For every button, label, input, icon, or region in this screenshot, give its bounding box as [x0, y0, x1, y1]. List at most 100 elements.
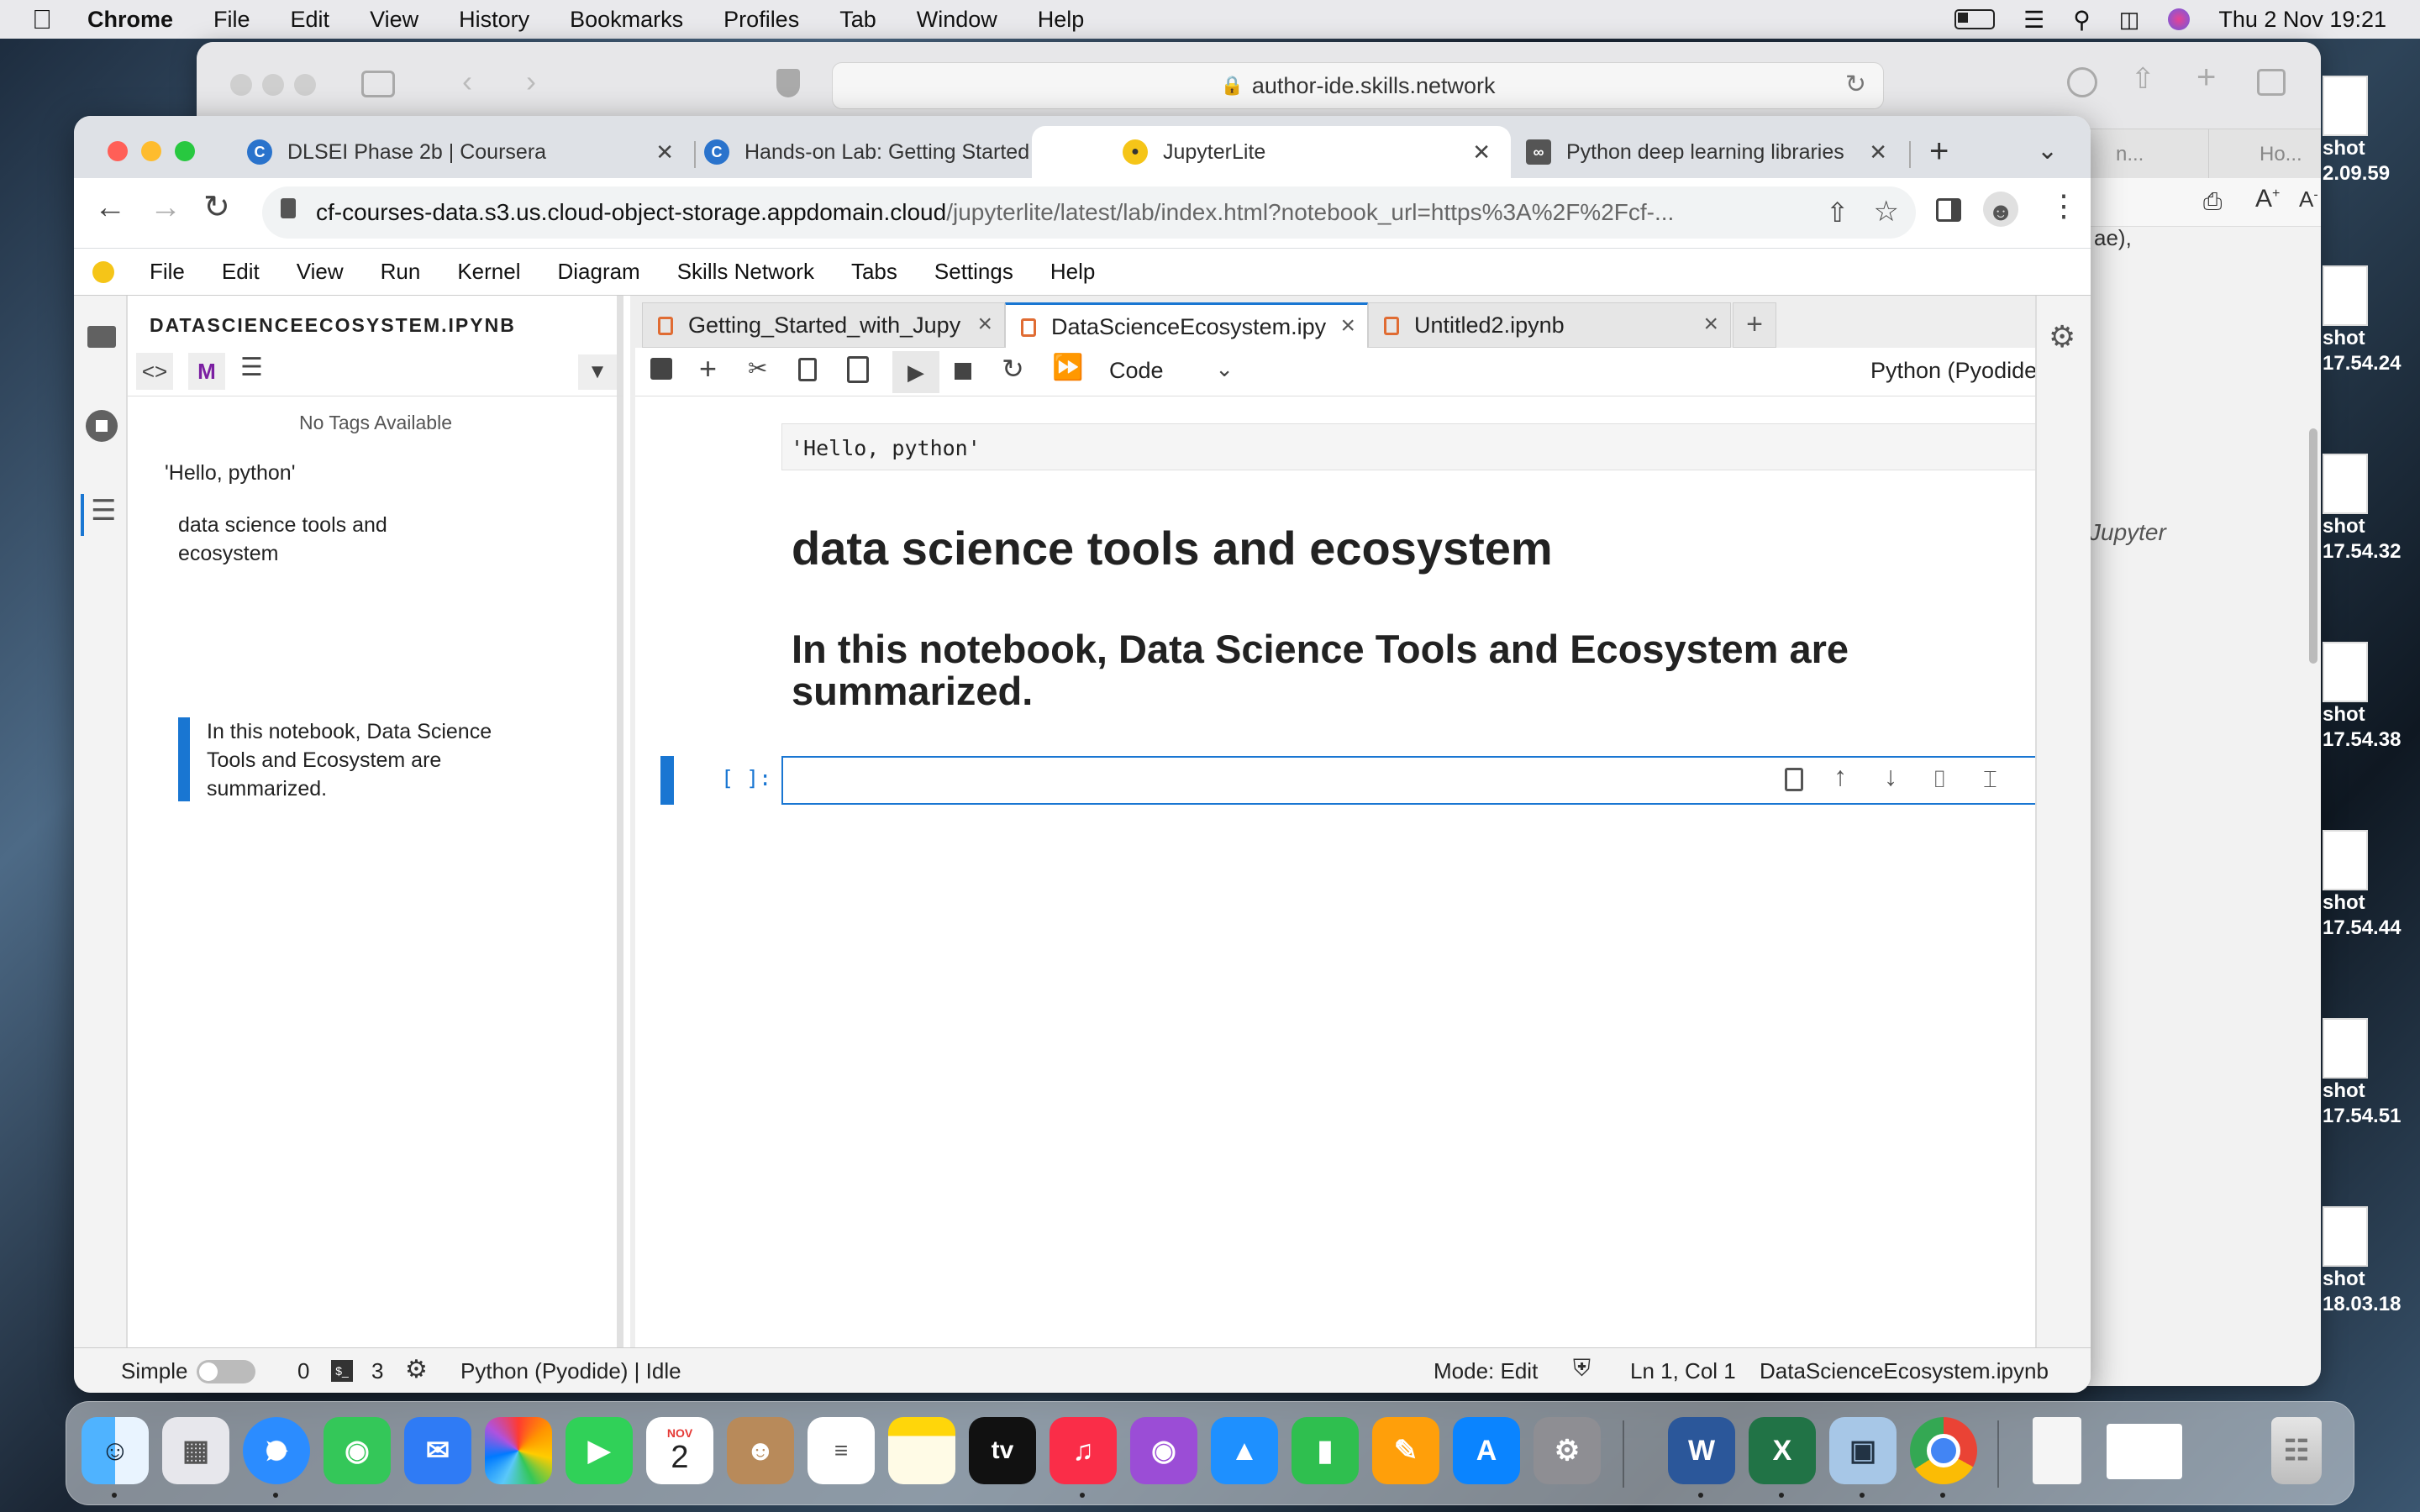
shield-check-icon[interactable]: ⛨ [1573, 1355, 1591, 1383]
cut-scissors-icon[interactable]: ✂ [748, 354, 767, 382]
share-icon[interactable]: ⇧ [2131, 62, 2155, 96]
battery-icon[interactable] [1954, 9, 1996, 29]
output-cell[interactable]: 'Hello, python' [781, 423, 2072, 470]
profile-avatar-icon[interactable]: ☻ [1983, 192, 2018, 227]
menu-app-name[interactable]: Chrome [87, 7, 173, 33]
menu-bookmarks[interactable]: Bookmarks [570, 7, 683, 33]
excel-icon[interactable]: X [1749, 1417, 1816, 1484]
close-tab-icon[interactable]: ✕ [1869, 139, 1887, 165]
sidebar-toggle-icon[interactable] [361, 71, 395, 97]
tab-search-chevron-icon[interactable]: ⌄ [2037, 136, 2058, 165]
system-settings-icon[interactable]: ⚙ [1534, 1417, 1601, 1484]
document-file-icon[interactable] [2033, 1417, 2081, 1484]
safari-address-bar[interactable]: 🔒 author-ide.skills.network ↻ [832, 62, 1884, 109]
safari-tab-partial-2[interactable]: Ho... [2208, 129, 2321, 178]
chrome-address-bar[interactable]: cf-courses-data.s3.us.cloud-object-stora… [262, 186, 1916, 239]
share-icon[interactable]: ⇧ [1826, 197, 1849, 228]
menu-window[interactable]: Window [917, 7, 997, 33]
doc-tab-untitled2[interactable]: Untitled2.ipynb × [1368, 302, 1731, 348]
doc-tab-datascienceecosystem[interactable]: DataScienceEcosystem.ipy × [1005, 302, 1368, 349]
podcasts-icon[interactable]: ◉ [1130, 1417, 1197, 1484]
menu-edit[interactable]: Edit [291, 7, 330, 33]
save-icon[interactable] [650, 358, 672, 380]
close-doc-tab-icon[interactable]: × [1703, 310, 1718, 339]
chrome-tab-jupyterlite-active[interactable]: ● JupyterLite ✕ [1032, 126, 1511, 178]
traffic-light-close[interactable] [108, 141, 128, 161]
desktop-file-4[interactable]: shot 17.54.38 [2323, 642, 2401, 753]
kernel-name[interactable]: Python (Pyodide) [1870, 358, 2044, 384]
jmenu-file[interactable]: File [150, 259, 185, 285]
kernel-state[interactable]: Python (Pyodide) | Idle [460, 1358, 681, 1384]
jmenu-settings[interactable]: Settings [934, 259, 1013, 285]
forward-icon[interactable]: › [526, 64, 536, 99]
menu-history[interactable]: History [459, 7, 529, 33]
safari-scrollbar[interactable] [2309, 428, 2317, 664]
jmenu-tabs[interactable]: Tabs [851, 259, 897, 285]
toggle-code-icon[interactable]: <> [136, 353, 173, 390]
markdown-heading-1[interactable]: data science tools and ecosystem [792, 521, 2052, 575]
close-tab-icon[interactable]: ✕ [1472, 139, 1491, 165]
doc-tab-getting-started[interactable]: Getting_Started_with_Jupy × [642, 302, 1005, 348]
paste-clipboard-icon[interactable] [847, 356, 869, 383]
numbers-icon[interactable]: ▮ [1292, 1417, 1359, 1484]
trash-icon[interactable]: ☷ [2271, 1417, 2322, 1484]
apple-tv-icon[interactable]: tv [969, 1417, 1036, 1484]
back-arrow-icon[interactable]: ← [94, 190, 126, 226]
mail-icon[interactable]: ✉ [404, 1417, 471, 1484]
tab-overview-icon[interactable] [2257, 69, 2286, 96]
facetime-icon[interactable]: ▶ [566, 1417, 633, 1484]
siri-icon[interactable] [2168, 8, 2191, 30]
copy-icon[interactable] [798, 358, 817, 381]
wifi-icon[interactable]: ☰ [2023, 6, 2044, 34]
close-tab-icon[interactable]: ✕ [655, 139, 674, 165]
keynote-icon[interactable]: ▲ [1211, 1417, 1278, 1484]
table-of-contents-icon[interactable]: ☰ [81, 494, 126, 536]
run-cell-play-icon[interactable]: ▶ [892, 351, 939, 393]
safari-tab-partial-1[interactable]: n... [2091, 129, 2208, 178]
contacts-icon[interactable]: ☻ [727, 1417, 794, 1484]
move-cell-up-icon[interactable]: ↑ [1833, 761, 1847, 792]
word-icon[interactable]: W [1668, 1417, 1735, 1484]
menubar-clock[interactable]: Thu 2 Nov 19:21 [2218, 7, 2386, 33]
desktop-file-6[interactable]: shot 17.54.51 [2323, 1018, 2401, 1129]
print-icon[interactable]: ⎙ [2203, 188, 2222, 216]
desktop-file-7[interactable]: shot 18.03.18 [2323, 1206, 2401, 1317]
pages-icon[interactable]: ✎ [1372, 1417, 1439, 1484]
close-doc-tab-icon[interactable]: × [977, 310, 992, 339]
running-kernels-icon[interactable] [86, 410, 118, 442]
chrome-tab-python-dl[interactable]: ∞ Python deep learning libraries ✕ [1526, 126, 1907, 178]
jmenu-help[interactable]: Help [1050, 259, 1095, 285]
jmenu-edit[interactable]: Edit [222, 259, 260, 285]
traffic-light-zoom[interactable] [175, 141, 195, 161]
toc-item-ds-tools[interactable]: data science tools and ecosystem [178, 511, 430, 568]
desktop-file-2[interactable]: shot 17.54.24 [2323, 265, 2401, 376]
privacy-shield-icon[interactable] [776, 69, 800, 97]
safari-icon[interactable]: ➤ [243, 1417, 310, 1484]
cell-type-dropdown[interactable]: Code ⌄ [1097, 354, 1234, 388]
numbered-list-icon[interactable]: ☰ [240, 353, 263, 382]
apple-icon[interactable]:  [32, 4, 52, 35]
jmenu-run[interactable]: Run [381, 259, 421, 285]
menu-profiles[interactable]: Profiles [723, 7, 799, 33]
code-cell-editor[interactable]: ↑ ↓ ⌷ ⌶ [781, 756, 2072, 805]
terminal-count[interactable]: 0 [297, 1358, 309, 1384]
menu-file[interactable]: File [213, 7, 250, 33]
chrome-menu-kebab-icon[interactable]: ⋮ [2049, 188, 2079, 223]
reminders-icon[interactable]: ≡ [808, 1417, 875, 1484]
new-tab-icon[interactable]: + [2196, 59, 2216, 97]
restart-kernel-icon[interactable]: ↻ [1002, 353, 1024, 385]
restart-run-all-icon[interactable]: ⏩ [1052, 353, 1083, 382]
app-store-icon[interactable]: A [1453, 1417, 1520, 1484]
spotlight-search-icon[interactable]: ⚲ [2073, 6, 2091, 34]
calendar-icon[interactable]: NOV 2 [646, 1417, 713, 1484]
insert-cell-plus-icon[interactable]: + [699, 351, 717, 386]
font-decrease-icon[interactable]: A- [2299, 186, 2318, 213]
recent-screenshots-stack-icon[interactable] [2107, 1424, 2182, 1479]
kernel-count[interactable]: 3 [371, 1358, 383, 1384]
menu-view[interactable]: View [370, 7, 418, 33]
bookmark-star-icon[interactable]: ☆ [1873, 195, 1899, 228]
cursor-position[interactable]: Ln 1, Col 1 [1630, 1358, 1736, 1384]
insert-cell-below-icon[interactable]: ⌶ [1983, 766, 1997, 794]
control-center-icon[interactable]: ◫ [2119, 7, 2140, 33]
chrome-icon[interactable] [1910, 1417, 1977, 1484]
